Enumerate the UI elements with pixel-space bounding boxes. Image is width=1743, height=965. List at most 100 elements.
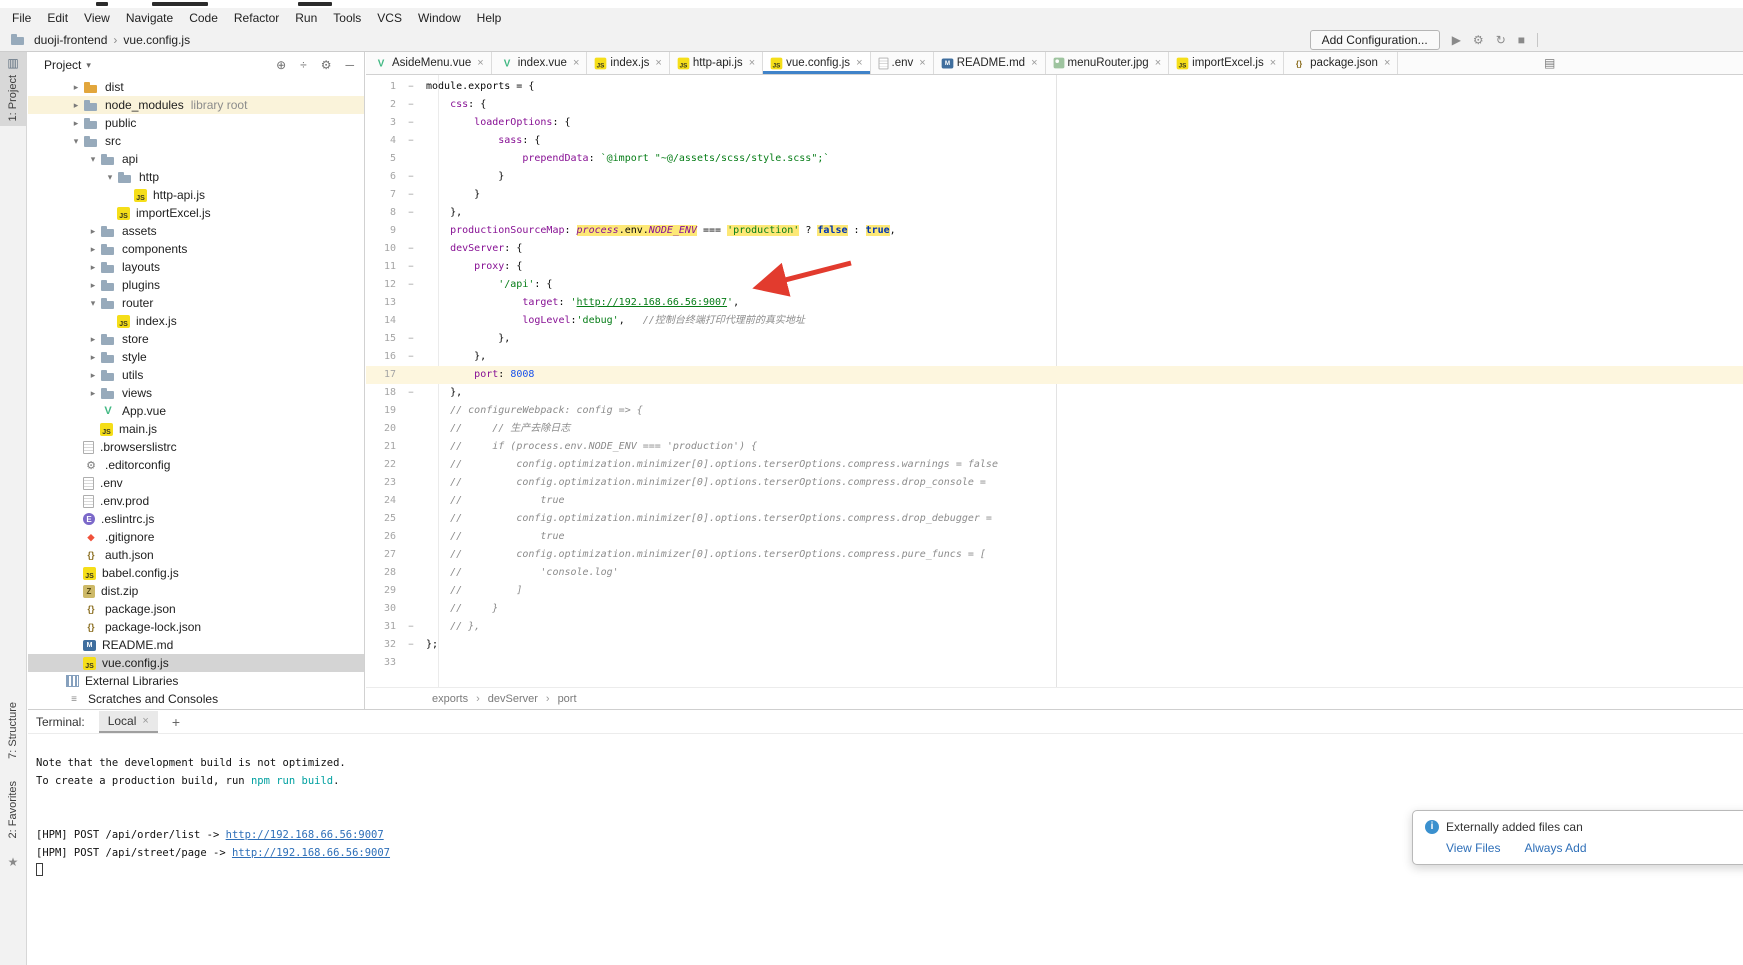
tree-item-app-vue[interactable]: VApp.vue xyxy=(28,402,364,420)
fold-marker-icon[interactable]: − xyxy=(396,330,426,348)
code-line-12[interactable]: 12− '/api': { xyxy=(366,276,1743,294)
breadcrumb-project[interactable]: duoji-frontend xyxy=(34,33,107,47)
terminal-link[interactable]: http://192.168.66.56:9007 xyxy=(226,829,384,841)
tree-item-dist-zip[interactable]: Zdist.zip xyxy=(28,582,364,600)
close-icon[interactable]: × xyxy=(1384,57,1390,69)
editor-body[interactable]: 1−module.exports = {2− css: {3− loaderOp… xyxy=(366,75,1743,687)
menu-tools[interactable]: Tools xyxy=(325,10,369,26)
tree-item-env-prod[interactable]: .env.prod xyxy=(28,492,364,510)
fold-marker-icon[interactable]: − xyxy=(396,348,426,366)
chevron-down-icon[interactable]: ▾ xyxy=(86,154,100,165)
code-line-26[interactable]: 26 // true xyxy=(366,528,1743,546)
chevron-right-icon[interactable]: ▸ xyxy=(86,226,100,237)
add-configuration-button[interactable]: Add Configuration... xyxy=(1310,30,1440,50)
tool-window-structure-button[interactable]: 7: Structure xyxy=(0,697,26,764)
refresh-icon[interactable]: ↻ xyxy=(1496,33,1506,47)
chevron-right-icon[interactable]: ▸ xyxy=(86,262,100,273)
menu-refactor[interactable]: Refactor xyxy=(226,10,287,26)
editor-tab-env[interactable]: .env× xyxy=(871,52,934,74)
tree-item-http-api-js[interactable]: JShttp-api.js xyxy=(28,186,364,204)
tree-item-assets[interactable]: ▸assets xyxy=(28,222,364,240)
close-icon[interactable]: × xyxy=(142,715,148,727)
breadcrumb-file[interactable]: vue.config.js xyxy=(123,33,190,47)
chevron-right-icon[interactable]: ▸ xyxy=(86,244,100,255)
menu-run[interactable]: Run xyxy=(287,10,325,26)
always-add-link[interactable]: Always Add xyxy=(1524,841,1586,855)
settings-gear-icon[interactable]: ⚙ xyxy=(1473,33,1484,47)
fold-marker-icon[interactable]: − xyxy=(396,114,426,132)
breadcrumb-devserver[interactable]: devServer xyxy=(488,693,538,705)
code-line-24[interactable]: 24 // true xyxy=(366,492,1743,510)
tree-item-src[interactable]: ▾src xyxy=(28,132,364,150)
hide-panel-icon[interactable]: ─ xyxy=(345,58,354,72)
tree-item-layouts[interactable]: ▸layouts xyxy=(28,258,364,276)
tree-item-vue-config-js[interactable]: JSvue.config.js xyxy=(28,654,364,672)
breadcrumb-exports[interactable]: exports xyxy=(432,693,468,705)
stop-icon[interactable]: ■ xyxy=(1518,33,1525,47)
menu-help[interactable]: Help xyxy=(469,10,510,26)
chevron-right-icon[interactable]: ▸ xyxy=(86,388,100,399)
code-line-9[interactable]: 9 productionSourceMap: process.env.NODE_… xyxy=(366,222,1743,240)
menu-vcs[interactable]: VCS xyxy=(369,10,410,26)
code-line-20[interactable]: 20 // // 生产去除日志 xyxy=(366,420,1743,438)
code-line-10[interactable]: 10− devServer: { xyxy=(366,240,1743,258)
tree-item-index-js[interactable]: JSindex.js xyxy=(28,312,364,330)
tree-item-router[interactable]: ▾router xyxy=(28,294,364,312)
code-line-3[interactable]: 3− loaderOptions: { xyxy=(366,114,1743,132)
editor-tab-index-js[interactable]: JSindex.js× xyxy=(587,52,669,74)
code-line-18[interactable]: 18− }, xyxy=(366,384,1743,402)
chevron-right-icon[interactable]: ▸ xyxy=(69,82,83,93)
editor-tab-http-api-js[interactable]: JShttp-api.js× xyxy=(670,52,763,74)
code-line-11[interactable]: 11− proxy: { xyxy=(366,258,1743,276)
tree-item-eslintrc-js[interactable]: E.eslintrc.js xyxy=(28,510,364,528)
code-line-32[interactable]: 32−}; xyxy=(366,636,1743,654)
tree-item-package-json[interactable]: {}package.json xyxy=(28,600,364,618)
fold-marker-icon[interactable]: − xyxy=(396,258,426,276)
breadcrumb-port[interactable]: port xyxy=(558,693,577,705)
terminal-link[interactable]: http://192.168.66.56:9007 xyxy=(232,847,390,859)
editor-tab-index-vue[interactable]: Vindex.vue× xyxy=(492,52,588,74)
close-icon[interactable]: × xyxy=(856,57,862,69)
view-files-link[interactable]: View Files xyxy=(1446,841,1500,855)
close-icon[interactable]: × xyxy=(573,57,579,69)
code-line-19[interactable]: 19 // configureWebpack: config => { xyxy=(366,402,1743,420)
locate-file-icon[interactable]: ⊕ xyxy=(276,58,286,72)
tree-item-api[interactable]: ▾api xyxy=(28,150,364,168)
code-line-28[interactable]: 28 // 'console.log' xyxy=(366,564,1743,582)
code-line-16[interactable]: 16− }, xyxy=(366,348,1743,366)
fold-marker-icon[interactable]: − xyxy=(396,240,426,258)
close-icon[interactable]: × xyxy=(919,57,925,69)
code-line-13[interactable]: 13 target: 'http://192.168.66.56:9007', xyxy=(366,294,1743,312)
run-icon[interactable]: ▶ xyxy=(1452,33,1461,47)
chevron-right-icon[interactable]: ▸ xyxy=(69,100,83,111)
editor-tab-readme-md[interactable]: MREADME.md× xyxy=(934,52,1046,74)
tree-item-http[interactable]: ▾http xyxy=(28,168,364,186)
code-line-30[interactable]: 30 // } xyxy=(366,600,1743,618)
tree-item-components[interactable]: ▸components xyxy=(28,240,364,258)
tree-item-importexcel-js[interactable]: JSimportExcel.js xyxy=(28,204,364,222)
fold-marker-icon[interactable]: − xyxy=(396,384,426,402)
code-line-14[interactable]: 14 logLevel:'debug', //控制台终端打印代理前的真实地址 xyxy=(366,312,1743,330)
code-line-27[interactable]: 27 // config.optimization.minimizer[0].o… xyxy=(366,546,1743,564)
terminal-tab-local[interactable]: Local × xyxy=(99,711,158,733)
editor-tab-menurouter-jpg[interactable]: menuRouter.jpg× xyxy=(1046,52,1170,74)
close-icon[interactable]: × xyxy=(1155,57,1161,69)
code-line-8[interactable]: 8− }, xyxy=(366,204,1743,222)
panel-settings-gear-icon[interactable]: ⚙ xyxy=(321,58,332,72)
tool-window-favorites-button[interactable]: 2: Favorites xyxy=(0,776,26,843)
fold-marker-icon[interactable]: − xyxy=(396,636,426,654)
project-panel-title[interactable]: Project xyxy=(44,58,81,72)
tree-item-scratches-and-consoles[interactable]: ≡Scratches and Consoles xyxy=(28,690,364,708)
chevron-down-icon[interactable]: ▾ xyxy=(69,136,83,147)
tree-item-auth-json[interactable]: {}auth.json xyxy=(28,546,364,564)
tree-item-main-js[interactable]: JSmain.js xyxy=(28,420,364,438)
code-line-2[interactable]: 2− css: { xyxy=(366,96,1743,114)
menu-edit[interactable]: Edit xyxy=(39,10,76,26)
fold-marker-icon[interactable]: − xyxy=(396,186,426,204)
menu-file[interactable]: File xyxy=(4,10,39,26)
tree-item-babel-config-js[interactable]: JSbabel.config.js xyxy=(28,564,364,582)
tree-item-store[interactable]: ▸store xyxy=(28,330,364,348)
editor-tab-asidemenu-vue[interactable]: VAsideMenu.vue× xyxy=(366,52,492,74)
code-line-5[interactable]: 5 prependData: `@import "~@/assets/scss/… xyxy=(366,150,1743,168)
close-icon[interactable]: × xyxy=(1270,57,1276,69)
